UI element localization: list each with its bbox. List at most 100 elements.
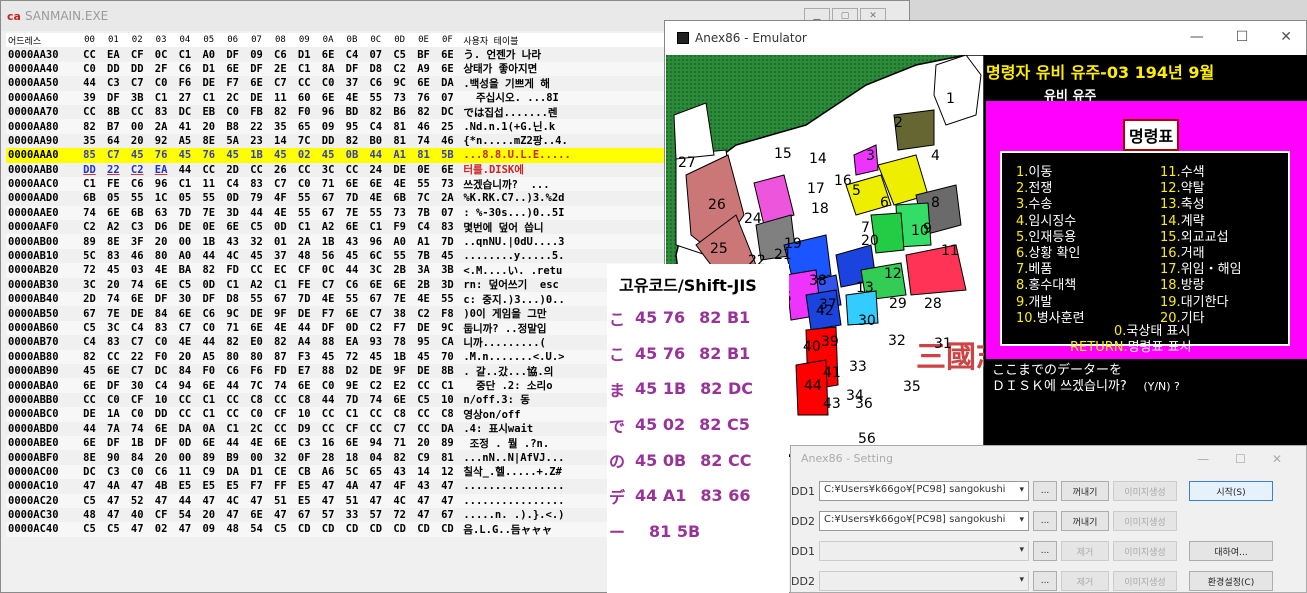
hex-byte[interactable]: DC [435,106,459,118]
province-label[interactable]: 6 [880,195,889,211]
hex-byte[interactable]: 44 [78,423,102,435]
hex-byte[interactable]: 94 [173,380,197,392]
hex-byte[interactable]: 6E [125,293,149,305]
hex-byte[interactable]: CC [101,351,125,363]
hex-byte[interactable]: B9 [221,452,245,464]
hex-byte[interactable]: 47 [125,480,149,492]
hex-byte[interactable]: 8E [78,452,102,464]
hex-byte[interactable]: CC [125,106,149,118]
hex-byte[interactable]: 37 [340,77,364,89]
hex-byte[interactable]: DE [245,92,269,104]
hex-byte[interactable]: 20 [125,135,149,147]
hex-byte[interactable]: 73 [388,92,412,104]
hex-byte[interactable]: 46 [125,250,149,262]
hex-byte[interactable]: 38 [388,308,412,320]
hex-byte[interactable]: 9C [435,322,459,334]
hex-row[interactable]: 0000AA40 C0 DD DD 2F C6 D1 6E DF 2E C1 8A DF D8 C2 A9 6E… [6,61,668,77]
hex-byte[interactable]: 11 [197,178,221,190]
hex-byte[interactable]: D1 [245,466,269,478]
hex-byte[interactable]: C0 [316,77,340,89]
hex-byte[interactable]: 18 [340,452,364,464]
hex-byte[interactable]: 44 [78,77,102,89]
hex-byte[interactable]: A0 [197,49,221,61]
province-label[interactable]: 38 [809,273,827,289]
hex-byte[interactable]: 3B [125,92,149,104]
hex-byte[interactable]: C0 [125,466,149,478]
hex-byte[interactable]: 00 [245,452,269,464]
hex-byte[interactable]: 7E [197,207,221,219]
hex-byte[interactable]: 82 [412,106,436,118]
hex-byte[interactable]: 27 [173,92,197,104]
hex-byte[interactable]: CD [292,523,316,535]
hex-byte[interactable]: DE [78,408,102,420]
hex-byte[interactable]: C0 [125,408,149,420]
hex-row[interactable]: 0000AA50 44 C3 C7 C0 F6 DE F7 6E C7 CC C0 37 C6 9C 6E DA… [6,76,668,91]
hex-byte[interactable]: C7 [173,322,197,334]
hex-byte[interactable]: CC [364,408,388,420]
hex-byte[interactable]: D6 [149,221,173,233]
hex-byte[interactable]: 22 [245,121,269,133]
hex-byte[interactable]: 1A [101,408,125,420]
hex-row[interactable]: 0000AC00 DC C3 C0 C6 11 C9 DA D1 CE CB A6 5C 65 43 14 12… [6,464,668,480]
hex-byte[interactable]: 2B [388,264,412,276]
hex-byte[interactable]: 6E [435,49,459,61]
hex-byte[interactable]: 47 [412,509,436,521]
hex-byte[interactable]: 82 [268,336,292,348]
hex-byte[interactable]: 0F [292,452,316,464]
province-label[interactable]: 44 [804,378,822,394]
hex-byte[interactable]: CB [292,466,316,478]
hex-byte[interactable]: 48 [221,523,245,535]
hex-byte[interactable]: 47 [316,480,340,492]
hex-byte[interactable]: 55 [388,250,412,262]
hex-byte[interactable]: C5 [78,322,102,334]
hex-byte[interactable]: 0C [316,264,340,276]
hex-byte[interactable]: 7E [340,207,364,219]
hex-row[interactable]: 0000AB30 3C 20 74 6E C5 0D C1 A2 C1 FE C7 C6 6E 6E 2B 3D… [6,277,668,293]
hex-byte[interactable]: 46 [435,135,459,147]
province-label[interactable]: 1 [946,91,955,107]
hex-byte[interactable]: C5 [268,523,292,535]
hex-byte[interactable]: 07 [435,92,459,104]
hex-byte[interactable]: 44 [245,207,269,219]
hex-byte[interactable]: C0 [221,106,245,118]
hex-byte[interactable]: C7 [268,178,292,190]
hex-byte[interactable]: 00 [173,452,197,464]
hex-byte[interactable]: F6 [173,77,197,89]
hex-row[interactable]: 0000AA30 CC EA CF 0C C1 A0 DF 09 C6 D1 6E C4 07 C5 BF 6E… [6,47,668,62]
hex-byte[interactable]: FD [221,264,245,276]
hex-byte[interactable]: 47 [364,480,388,492]
hex-row[interactable]: 0000AA70 CC 8B CC 83 DC EB C0 FB 82 F0 96 BD 82 B6 82 DC… [6,104,668,120]
hex-byte[interactable]: F8 [435,308,459,320]
hex-byte[interactable]: A1 [412,236,436,248]
hex-byte[interactable]: 2A [292,236,316,248]
hex-byte[interactable]: 55 [292,192,316,204]
hex-byte[interactable]: C7 [364,308,388,320]
hex-byte[interactable]: 10 [292,408,316,420]
hex-byte[interactable]: DD [101,63,125,75]
hex-byte[interactable]: DE [197,77,221,89]
create-image-button[interactable]: 이미지생성 [1113,571,1177,591]
hex-byte[interactable]: 44 [221,380,245,392]
hex-byte[interactable]: 20 [149,236,173,248]
hex-byte[interactable]: C1 [78,178,102,190]
province-label[interactable]: 25 [710,241,728,257]
hex-byte[interactable]: E5 [221,480,245,492]
hex-byte[interactable]: 54 [173,509,197,521]
hex-byte[interactable]: CC [316,423,340,435]
hex-byte[interactable]: 6E [78,380,102,392]
hex-byte[interactable]: 6E [245,322,269,334]
hex-byte[interactable]: C9 [197,466,221,478]
hex-byte[interactable]: C0 [101,394,125,406]
hex-byte[interactable]: C6 [125,178,149,190]
hex-byte[interactable]: 6E [149,279,173,291]
hex-byte[interactable]: 82 [197,264,221,276]
hex-byte[interactable]: 83 [149,322,173,334]
hex-row[interactable]: 0000AB60 C5 3C C4 83 C7 C0 71 6E 4E 44 DF 0D C2 F7 DE 9C… [6,320,668,336]
hex-byte[interactable]: C4 [412,221,436,233]
hex-byte[interactable]: C3 [125,221,149,233]
hex-byte[interactable]: DD [78,164,102,176]
hex-byte[interactable]: C1 [340,408,364,420]
hex-byte[interactable]: 9C [221,308,245,320]
hex-byte[interactable]: BF [412,49,436,61]
hex-byte[interactable]: 5B [435,149,459,161]
